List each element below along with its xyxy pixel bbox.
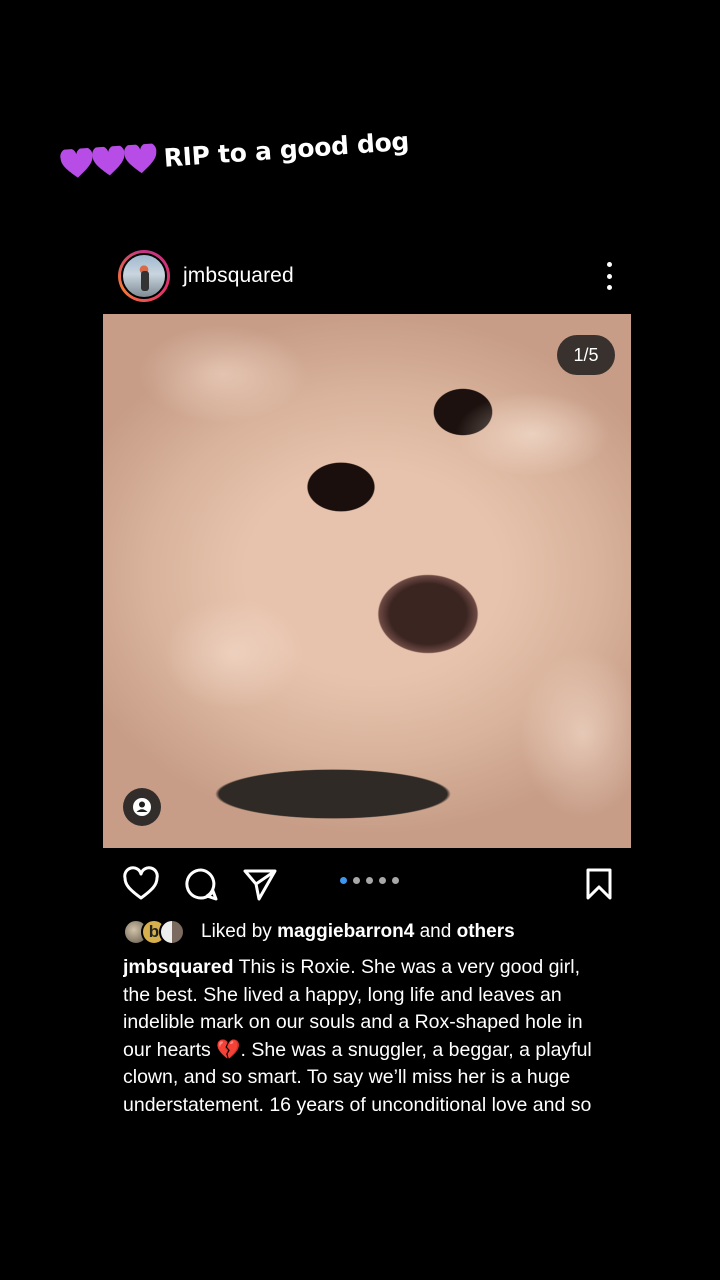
like-heart-icon[interactable] xyxy=(122,866,160,902)
post-username[interactable]: jmbsquared xyxy=(183,264,294,288)
carousel-dot xyxy=(340,877,347,884)
purple-heart-icon xyxy=(92,145,125,176)
shared-post-card[interactable]: jmbsquared 1/5 b Liked by maggiebarron4 … xyxy=(103,238,631,1124)
person-icon xyxy=(133,798,151,816)
post-photo[interactable]: 1/5 xyxy=(103,314,631,848)
likes-others[interactable]: others xyxy=(457,921,515,943)
broken-heart-emoji: 💔 xyxy=(216,1038,241,1061)
share-send-icon[interactable] xyxy=(241,866,279,902)
tagged-people-icon[interactable] xyxy=(123,788,161,826)
carousel-dot xyxy=(379,877,386,884)
likes-prefix: Liked by xyxy=(201,921,272,942)
liker-avatars: b xyxy=(123,919,185,945)
likes-row[interactable]: b Liked by maggiebarron4 and others xyxy=(123,916,631,948)
carousel-dot xyxy=(392,877,399,884)
dog-photo-texture xyxy=(103,314,631,848)
post-header: jmbsquared xyxy=(103,238,631,314)
purple-heart-icon xyxy=(60,147,93,178)
liker-username[interactable]: maggiebarron4 xyxy=(277,921,414,943)
likes-middle: and xyxy=(419,921,452,942)
avatar-story-ring[interactable] xyxy=(118,250,170,302)
carousel-dot xyxy=(353,877,360,884)
story-caption-text: RIP to a good dog xyxy=(162,126,410,173)
story-text-caption: RIP to a good dog xyxy=(59,126,410,180)
caption-username[interactable]: jmbsquared xyxy=(123,956,234,978)
carousel-dots xyxy=(340,877,399,884)
more-options-icon[interactable] xyxy=(605,262,613,290)
avatar[interactable] xyxy=(121,253,167,299)
liker-avatar xyxy=(159,919,185,945)
post-caption: jmbsquared This is Roxie. She was a very… xyxy=(123,954,611,1124)
purple-heart-icon xyxy=(124,143,157,174)
bookmark-icon[interactable] xyxy=(580,866,618,902)
comment-icon[interactable] xyxy=(182,866,220,902)
post-actions-bar xyxy=(103,848,631,916)
carousel-counter: 1/5 xyxy=(557,335,615,375)
carousel-dot xyxy=(366,877,373,884)
hearts-group xyxy=(59,143,157,180)
